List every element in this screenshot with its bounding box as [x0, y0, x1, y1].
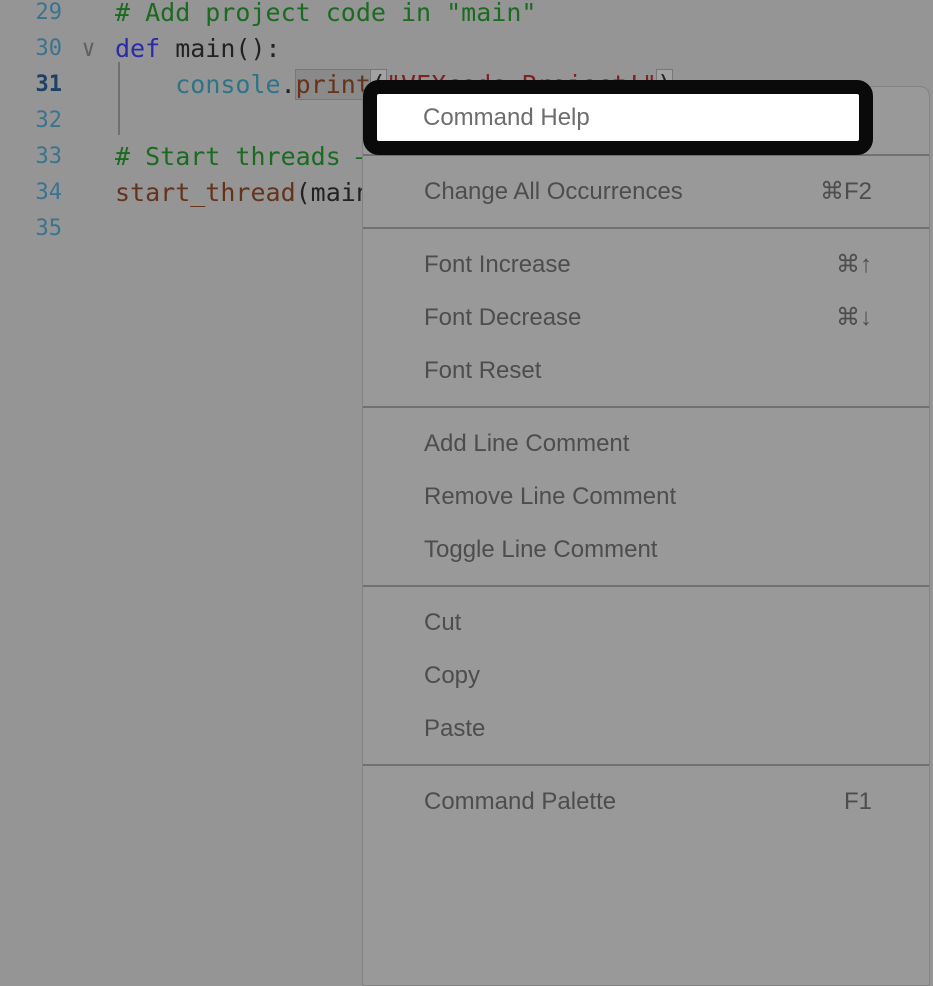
menu-item-label: Font Increase	[424, 251, 571, 279]
code-line[interactable]: 30∨def main():	[0, 31, 672, 67]
menu-divider	[363, 585, 929, 587]
code-text[interactable]: def main():	[115, 31, 281, 67]
token-comment: # Add project code in "main"	[115, 0, 536, 27]
menu-item-label: Font Decrease	[424, 304, 581, 332]
line-number-active[interactable]: 31	[0, 67, 62, 103]
token-keyword: def	[115, 34, 160, 63]
line-number[interactable]: 30	[0, 31, 62, 67]
menu-item-label: Change All Occurrences	[424, 178, 683, 206]
menu-item-remove-line-comment[interactable]: Remove Line Comment	[363, 470, 929, 523]
menu-item-shortcut: ⌘F2	[820, 177, 872, 206]
menu-item-label: Font Reset	[424, 357, 541, 385]
menu-item-label: Command Help	[423, 104, 590, 132]
fold-gutter	[62, 175, 115, 211]
menu-item-label: Remove Line Comment	[424, 483, 676, 511]
fold-gutter	[62, 103, 115, 139]
token-plain: main():	[160, 34, 280, 63]
line-number[interactable]: 33	[0, 139, 62, 175]
menu-divider	[363, 764, 929, 766]
menu-item-font-decrease[interactable]: Font Decrease ⌘↓	[363, 291, 929, 344]
line-number[interactable]: 34	[0, 175, 62, 211]
fold-gutter	[62, 139, 115, 175]
menu-item-label: Paste	[424, 715, 485, 743]
fold-gutter	[62, 67, 115, 103]
menu-item-label: Toggle Line Comment	[424, 536, 657, 564]
menu-item-label: Copy	[424, 662, 480, 690]
menu-item-shortcut: F1	[844, 788, 872, 816]
menu-divider	[363, 227, 929, 229]
menu-item-paste[interactable]: Paste	[363, 702, 929, 755]
indent-guide	[118, 62, 120, 135]
menu-item-shortcut: ⌘↓	[836, 303, 872, 332]
token-comment: # Start threads —	[115, 142, 371, 171]
fold-gutter	[62, 211, 115, 247]
menu-item-command-palette[interactable]: Command Palette F1	[363, 775, 929, 828]
menu-item-copy[interactable]: Copy	[363, 649, 929, 702]
menu-item-command-help-highlight[interactable]: Command Help	[363, 80, 873, 155]
line-number[interactable]: 32	[0, 103, 62, 139]
menu-item-label: Cut	[424, 609, 461, 637]
menu-item-font-increase[interactable]: Font Increase ⌘↑	[363, 238, 929, 291]
menu-item-cut[interactable]: Cut	[363, 596, 929, 649]
token-type: console	[175, 70, 280, 99]
menu-item-toggle-line-comment[interactable]: Toggle Line Comment	[363, 523, 929, 576]
menu-divider	[363, 406, 929, 408]
line-number[interactable]: 35	[0, 211, 62, 247]
menu-item-label: Add Line Comment	[424, 430, 629, 458]
code-line[interactable]: 29 # Add project code in "main"	[0, 0, 672, 31]
token-function-highlighted: print	[296, 70, 371, 99]
menu-item-add-line-comment[interactable]: Add Line Comment	[363, 417, 929, 470]
menu-item-shortcut: ⌘↑	[836, 250, 872, 279]
line-number[interactable]: 29	[0, 0, 62, 31]
fold-gutter	[62, 0, 115, 31]
screen: { "colors": { "pageBg": "#959595", "menu…	[0, 0, 933, 831]
fold-chevron-icon[interactable]: ∨	[62, 31, 115, 67]
menu-item-label: Command Palette	[424, 788, 616, 816]
code-text[interactable]: # Add project code in "main"	[115, 0, 536, 31]
menu-item-change-all-occurrences[interactable]: Change All Occurrences ⌘F2	[363, 165, 929, 218]
token-plain	[115, 70, 175, 99]
code-text[interactable]: start_thread(main)	[115, 175, 386, 211]
token-plain: .	[281, 70, 296, 99]
token-function: start_thread	[115, 178, 296, 207]
context-menu: Command Help Change All Occurrences ⌘F2 Fon…	[362, 86, 930, 986]
menu-item-font-reset[interactable]: Font Reset	[363, 344, 929, 397]
code-text[interactable]: # Start threads —	[115, 139, 371, 175]
